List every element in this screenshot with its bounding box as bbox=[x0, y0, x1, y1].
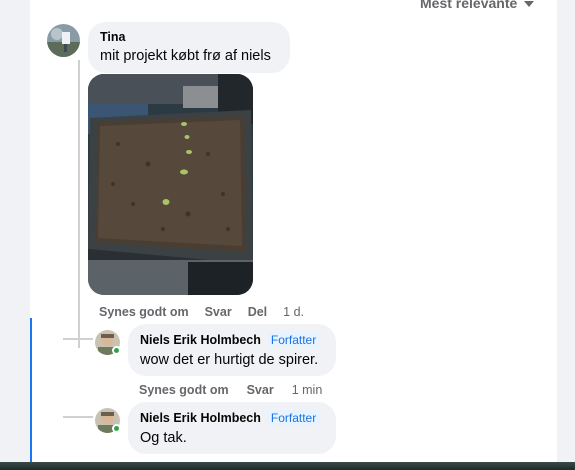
reply-author-row: Niels Erik Holmbech Forfatter bbox=[140, 410, 324, 426]
reply-timestamp[interactable]: 1 min bbox=[292, 383, 323, 397]
reply-text: wow det er hurtigt de spirer. bbox=[140, 352, 319, 368]
redacted-name bbox=[129, 31, 240, 43]
reply-author-row: Niels Erik Holmbech Forfatter bbox=[140, 332, 324, 348]
online-status-icon bbox=[112, 346, 121, 355]
reply-button[interactable]: Svar bbox=[247, 383, 274, 397]
page: Mest relevante Tina mit projekt købt frø… bbox=[0, 0, 575, 470]
page-gutter bbox=[557, 0, 575, 462]
comment-actions: Synes godt om Svar Del 1 d. bbox=[99, 305, 304, 319]
avatar[interactable] bbox=[47, 24, 80, 57]
sort-dropdown[interactable]: Mest relevante bbox=[420, 0, 535, 12]
comment-author-row: Tina bbox=[100, 30, 278, 44]
thread-connector bbox=[63, 416, 93, 418]
comment-timestamp[interactable]: 1 d. bbox=[283, 305, 304, 319]
reply-author-name[interactable]: Niels Erik Holmbech bbox=[140, 333, 261, 347]
author-badge: Forfatter bbox=[266, 410, 321, 426]
reply-bubble: Niels Erik Holmbech Forfatter Og tak. bbox=[128, 402, 336, 454]
sort-label: Mest relevante bbox=[420, 0, 518, 11]
reply-text: Og tak. bbox=[140, 430, 187, 446]
comment-bubble: Tina mit projekt købt frø af niels bbox=[88, 22, 290, 73]
like-button[interactable]: Synes godt om bbox=[139, 383, 229, 397]
active-thread-indicator bbox=[30, 318, 32, 463]
reply-button[interactable]: Svar bbox=[205, 305, 232, 319]
thread-connector bbox=[63, 338, 93, 340]
thread-line bbox=[78, 60, 80, 348]
online-status-icon bbox=[112, 424, 121, 433]
taskbar-edge bbox=[0, 462, 575, 470]
share-button[interactable]: Del bbox=[248, 305, 267, 319]
comment-photo[interactable] bbox=[88, 74, 253, 295]
comment-text: mit projekt købt frø af niels bbox=[100, 48, 271, 64]
like-button[interactable]: Synes godt om bbox=[99, 305, 189, 319]
caret-down-icon bbox=[524, 1, 535, 7]
reply-actions: Synes godt om Svar 1 min bbox=[139, 383, 322, 397]
comment-author-name[interactable]: Tina bbox=[100, 30, 125, 44]
reply-bubble: Niels Erik Holmbech Forfatter wow det er… bbox=[128, 324, 336, 376]
reply-author-name[interactable]: Niels Erik Holmbech bbox=[140, 411, 261, 425]
author-badge: Forfatter bbox=[266, 332, 321, 348]
